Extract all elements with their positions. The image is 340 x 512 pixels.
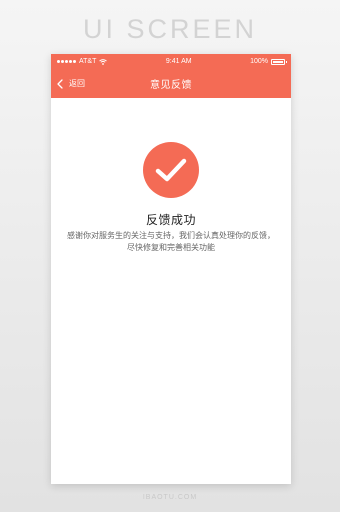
- battery-percent: 100%: [250, 58, 268, 65]
- status-bar: AT&T 9:41 AM 100%: [51, 54, 291, 69]
- back-button[interactable]: 返回: [57, 69, 85, 98]
- battery-fill: [273, 60, 283, 63]
- back-chevron-icon: [57, 78, 63, 89]
- signal-icon: [57, 60, 76, 63]
- carrier-label: AT&T: [79, 58, 97, 65]
- checkmark-icon: [155, 158, 187, 182]
- success-message: 感谢你对服务生的关注与支持，我们会认真处理你的反馈，尽快修复和完善相关功能: [67, 231, 275, 252]
- status-right: 100%: [250, 58, 287, 65]
- success-badge: [143, 142, 199, 198]
- back-label: 返回: [69, 79, 85, 88]
- app-header: AT&T 9:41 AM 100% 返回 意见反馈: [51, 54, 291, 98]
- success-title: 反馈成功: [145, 213, 196, 227]
- status-time: 9:41 AM: [165, 58, 192, 65]
- wifi-icon: [99, 58, 108, 65]
- watermark: IBAOTU.COM: [142, 494, 198, 501]
- phone-screen: AT&T 9:41 AM 100% 返回 意见反馈 反馈成功 感谢你对服务生的关…: [51, 54, 291, 484]
- nav-bar: 返回 意见反馈: [51, 69, 291, 98]
- battery-icon: [271, 58, 287, 65]
- status-left: AT&T: [57, 58, 108, 65]
- page-title: 意见反馈: [150, 80, 192, 91]
- banner-title: UI SCREEN: [82, 14, 258, 44]
